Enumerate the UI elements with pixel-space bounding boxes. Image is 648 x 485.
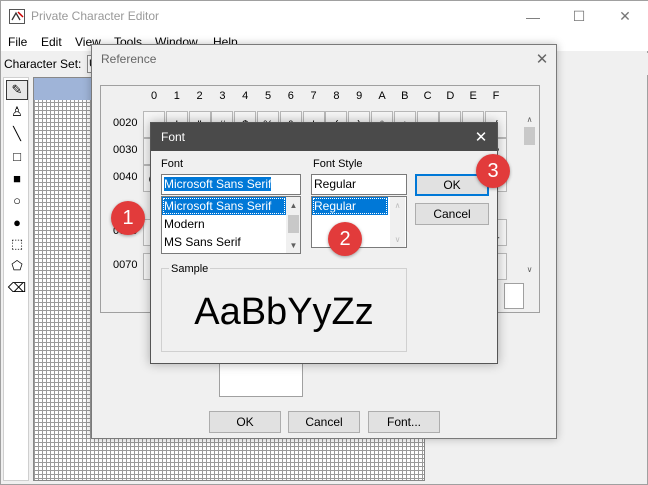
- tool-button[interactable]: ■: [6, 168, 28, 188]
- font-style-label: Font Style: [313, 158, 363, 170]
- reference-scrollbar[interactable]: ∧ ∨: [521, 111, 538, 279]
- tool-button[interactable]: ⬠: [6, 256, 28, 276]
- row-header: 0040: [113, 171, 138, 183]
- tool-button[interactable]: ♙: [6, 102, 28, 122]
- character-set-label: Character Set:: [4, 57, 82, 71]
- column-header: 5: [264, 90, 272, 102]
- column-header: 1: [173, 90, 180, 102]
- tool-button[interactable]: ⌫: [6, 278, 28, 298]
- column-header: D: [446, 90, 455, 102]
- callout-1: 1: [111, 201, 145, 235]
- row-header: 0070: [113, 259, 138, 271]
- close-icon: ✕: [474, 129, 488, 146]
- column-header: 0: [150, 90, 158, 102]
- grid-selection-strip: [34, 78, 94, 100]
- app-icon: [9, 9, 25, 24]
- filled-ellipse-icon: ●: [13, 214, 21, 230]
- menu-file[interactable]: File: [8, 35, 27, 49]
- tool-button[interactable]: ○: [6, 190, 28, 210]
- column-header: 2: [196, 90, 203, 102]
- scroll-up-icon[interactable]: ∧: [522, 111, 537, 127]
- freeform-selection-icon: ⬠: [11, 258, 23, 273]
- brush-icon: ♙: [11, 104, 23, 119]
- hollow-rectangle-icon: □: [13, 148, 21, 164]
- reference-side-field: [504, 283, 524, 309]
- tool-button[interactable]: ⬚: [6, 234, 28, 254]
- scroll-down-icon[interactable]: ▼: [286, 237, 300, 253]
- close-icon: ✕: [619, 8, 631, 24]
- minimize-button[interactable]: —: [510, 1, 556, 32]
- column-header: 9: [356, 90, 363, 102]
- column-header: F: [492, 90, 500, 102]
- column-header: C: [423, 90, 432, 102]
- pencil-icon: ✎: [11, 82, 23, 97]
- font-cancel-button[interactable]: Cancel: [415, 203, 489, 225]
- column-header: 7: [310, 90, 317, 102]
- font-label: Font: [161, 158, 184, 170]
- scroll-down-icon[interactable]: ∨: [390, 231, 405, 247]
- line-icon: ╲: [13, 126, 21, 141]
- minimize-icon: —: [526, 8, 540, 25]
- font-list-scrollbar[interactable]: ▲ ▼: [286, 197, 300, 253]
- row-header: 0030: [113, 144, 138, 156]
- app-title: Private Character Editor: [31, 9, 160, 23]
- tool-palette: ✎ ♙ ╲ □ ■ ○ ● ⬚ ⬠ ⌫: [3, 77, 29, 481]
- font-style-input[interactable]: Regular: [311, 174, 407, 195]
- close-button[interactable]: ✕: [602, 1, 648, 32]
- font-list[interactable]: Microsoft Sans Serif Modern MS Sans Seri…: [161, 196, 301, 254]
- filled-rectangle-icon: ■: [13, 170, 21, 186]
- column-header: 4: [242, 90, 249, 102]
- column-header: A: [378, 90, 386, 102]
- column-header: 3: [219, 90, 226, 102]
- eraser-icon: ⌫: [7, 280, 27, 295]
- maximize-icon: ☐: [572, 8, 586, 24]
- hollow-ellipse-icon: ○: [13, 192, 21, 208]
- font-list-item[interactable]: Microsoft Sans Serif: [162, 197, 286, 215]
- font-name-input[interactable]: Microsoft Sans Serif: [161, 174, 301, 195]
- column-header: 6: [287, 90, 294, 102]
- font-style-scrollbar[interactable]: ∧ ∨: [390, 197, 405, 247]
- callout-3: 3: [476, 154, 510, 188]
- font-dialog-title: Font: [161, 130, 186, 144]
- app-titlebar: Private Character Editor — ☐ ✕: [1, 1, 648, 32]
- font-list-item[interactable]: MS Sans Serif: [162, 233, 286, 251]
- callout-2: 2: [328, 222, 362, 256]
- column-header: 8: [333, 90, 340, 102]
- scroll-up-icon[interactable]: ▲: [286, 197, 300, 213]
- font-dialog: Font ✕ Font Microsoft Sans Serif Microso…: [150, 122, 498, 364]
- scroll-down-icon[interactable]: ∨: [522, 261, 537, 277]
- sample-preview-text: AaBbYyZz: [194, 291, 374, 333]
- row-header: 0020: [113, 117, 138, 129]
- maximize-button[interactable]: ☐: [556, 1, 602, 32]
- reference-font-button[interactable]: Font...: [368, 411, 440, 433]
- scroll-thumb[interactable]: [288, 215, 299, 233]
- font-close-button[interactable]: ✕: [469, 125, 493, 149]
- font-dialog-titlebar: Font ✕: [151, 123, 497, 151]
- scroll-thumb[interactable]: [524, 127, 535, 145]
- tool-button[interactable]: ╲: [6, 124, 28, 144]
- tool-button[interactable]: ●: [6, 212, 28, 232]
- reference-dialog-title: Reference: [101, 52, 157, 66]
- tool-button[interactable]: □: [6, 146, 28, 166]
- font-name-value: Microsoft Sans Serif: [164, 177, 272, 191]
- font-style-item[interactable]: Regular: [312, 197, 388, 215]
- sample-label: Sample: [169, 263, 211, 275]
- close-icon: ✕: [535, 51, 549, 68]
- font-list-item[interactable]: Modern: [162, 215, 286, 233]
- reference-cancel-button[interactable]: Cancel: [288, 411, 360, 433]
- reference-ok-button[interactable]: OK: [209, 411, 281, 433]
- scroll-up-icon[interactable]: ∧: [390, 197, 405, 213]
- rect-selection-icon: ⬚: [10, 236, 24, 251]
- tool-button[interactable]: ✎: [6, 80, 28, 100]
- reference-close-button[interactable]: ✕: [530, 47, 554, 71]
- menu-edit[interactable]: Edit: [41, 35, 62, 49]
- column-header: B: [401, 90, 409, 102]
- font-style-value: Regular: [314, 177, 357, 191]
- column-header: E: [469, 90, 477, 102]
